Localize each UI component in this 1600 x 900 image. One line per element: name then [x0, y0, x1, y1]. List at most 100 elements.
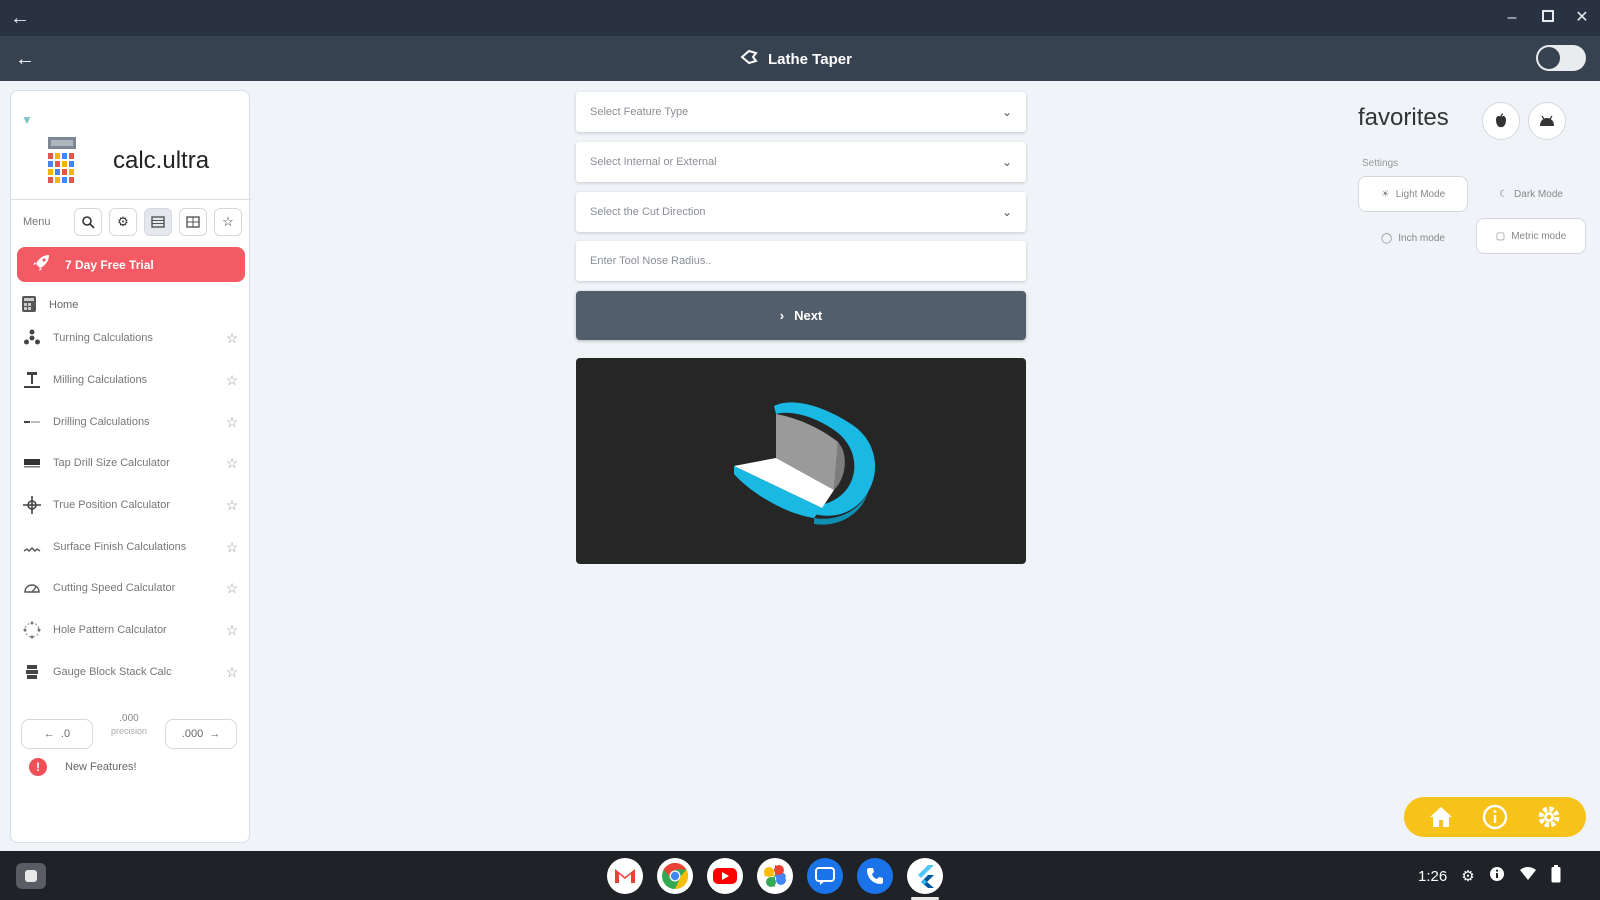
star-icon[interactable]: ☆ — [223, 497, 241, 514]
tool-nose-radius-input[interactable]: Enter Tool Nose Radius.. — [576, 241, 1026, 281]
system-tray[interactable]: 1:26 ⚙ — [1418, 865, 1561, 887]
info-icon[interactable] — [1480, 802, 1510, 832]
cutting-speed-icon — [21, 577, 43, 599]
battery-icon — [1551, 865, 1561, 887]
sidebar-item-label: Cutting Speed Calculator — [53, 582, 176, 594]
precision-readout: .000 precision — [107, 713, 151, 737]
sidebar-item-label: Home — [49, 299, 79, 311]
metric-mode-button[interactable]: ▢ Metric mode — [1476, 218, 1586, 254]
drilling-icon — [21, 411, 43, 433]
sidebar-item-cutting-speed[interactable]: Cutting Speed Calculator ☆ — [21, 574, 241, 602]
flutter-app-icon[interactable] — [907, 858, 943, 894]
new-features-label: New Features! — [65, 761, 137, 773]
sidebar-item-tap-drill[interactable]: Tap Drill Size Calculator ☆ — [21, 449, 241, 477]
star-icon[interactable]: ☆ — [223, 622, 241, 639]
star-icon[interactable]: ☆ — [223, 455, 241, 472]
tool-nose-radius-placeholder: Enter Tool Nose Radius.. — [590, 255, 712, 267]
precision-unit: precision — [110, 726, 148, 736]
true-position-icon — [21, 494, 43, 516]
star-icon[interactable]: ☆ — [223, 539, 241, 556]
precision-increase-button[interactable]: .000 → — [165, 719, 237, 749]
launcher-icon[interactable] — [16, 863, 46, 889]
theme-toggle[interactable] — [1536, 45, 1586, 71]
close-icon[interactable]: ✕ — [1570, 6, 1594, 30]
sidebar-item-label: Surface Finish Calculations — [53, 541, 187, 553]
home-icon[interactable] — [1426, 802, 1456, 832]
chevron-right-icon: › — [779, 308, 785, 323]
favorites-star-icon[interactable]: ☆ — [214, 208, 242, 236]
feature-type-select[interactable]: Select Feature Type ⌄ — [576, 92, 1026, 132]
back-arrow-icon[interactable]: ← — [12, 46, 38, 72]
precision-decrease-button[interactable]: ← .0 — [21, 719, 93, 749]
sidebar-item-milling[interactable]: Milling Calculations ☆ — [21, 366, 241, 394]
cut-direction-select[interactable]: Select the Cut Direction ⌄ — [576, 192, 1026, 232]
sidebar-item-label: Tap Drill Size Calculator — [53, 457, 170, 469]
gauge-block-icon — [21, 661, 43, 683]
star-icon[interactable]: ☆ — [223, 330, 241, 347]
tray-gear-icon: ⚙ — [1461, 868, 1475, 885]
page-title-text: Lathe Taper — [768, 50, 852, 68]
inch-mode-label: Inch mode — [1398, 232, 1445, 244]
android-icon[interactable] — [1528, 102, 1566, 140]
free-trial-button[interactable]: 7 Day Free Trial — [17, 247, 245, 282]
photos-icon[interactable] — [757, 858, 793, 894]
chevron-down-icon: ⌄ — [1001, 205, 1012, 219]
surface-finish-icon — [21, 536, 43, 558]
toggle-knob — [1538, 47, 1560, 69]
sidebar-item-turning[interactable]: Turning Calculations ☆ — [21, 324, 241, 352]
part-preview — [576, 358, 1026, 564]
internal-external-select[interactable]: Select Internal or External ⌄ — [576, 142, 1026, 182]
gear-icon[interactable]: ⚙ — [109, 208, 137, 236]
search-icon[interactable] — [74, 208, 102, 236]
star-icon[interactable]: ☆ — [223, 372, 241, 389]
feature-type-placeholder: Select Feature Type — [590, 106, 689, 118]
dark-mode-button[interactable]: ☾ Dark Mode — [1476, 176, 1586, 212]
star-icon[interactable]: ☆ — [223, 414, 241, 431]
phone-icon[interactable] — [857, 858, 893, 894]
sidebar-item-label: Milling Calculations — [53, 374, 148, 386]
rocket-icon — [31, 253, 51, 276]
gmail-icon[interactable] — [607, 858, 643, 894]
settings-gear-icon[interactable] — [1534, 802, 1564, 832]
sidebar-item-true-position[interactable]: True Position Calculator ☆ — [21, 491, 241, 519]
next-label: Next — [794, 308, 823, 323]
grid-view-icon[interactable] — [179, 208, 207, 236]
minimize-icon[interactable]: – — [1500, 6, 1524, 30]
apple-icon[interactable] — [1482, 102, 1520, 140]
sun-icon: ☀ — [1380, 188, 1390, 200]
sidebar-item-label: Gauge Block Stack Calc — [53, 666, 172, 678]
settings-label: Settings — [1362, 158, 1399, 169]
brand-name: calc.ultra — [113, 147, 210, 174]
milling-icon — [21, 369, 43, 391]
tap-drill-icon — [21, 452, 43, 474]
star-icon[interactable]: ☆ — [223, 664, 241, 681]
hole-pattern-icon — [21, 619, 43, 641]
sidebar-item-gauge-block[interactable]: Gauge Block Stack Calc ☆ — [21, 658, 241, 686]
new-features-link[interactable]: ! New Features! — [29, 755, 137, 779]
sidebar: ▼ calc.ultra Menu ⚙ ☆ 7 Day Free Trial H… — [10, 90, 251, 843]
calculator-logo-icon — [45, 137, 79, 183]
sidebar-item-hole-pattern[interactable]: Hole Pattern Calculator ☆ — [21, 616, 241, 644]
window-titlebar: ← – ✕ — [0, 0, 1600, 36]
notification-info-icon — [1489, 866, 1505, 886]
os-shelf: 1:26 ⚙ — [0, 851, 1600, 900]
light-mode-button[interactable]: ☀ Light Mode — [1358, 176, 1468, 212]
inch-mode-button[interactable]: ◯ Inch mode — [1358, 220, 1468, 256]
sidebar-item-home[interactable]: Home — [21, 293, 78, 317]
internal-external-placeholder: Select Internal or External — [590, 156, 717, 168]
arrow-left-icon: ← — [43, 728, 55, 740]
home-calculator-icon — [21, 295, 37, 316]
star-icon[interactable]: ☆ — [223, 580, 241, 597]
chrome-icon[interactable] — [657, 858, 693, 894]
sidebar-item-drilling[interactable]: Drilling Calculations ☆ — [21, 408, 241, 436]
app-bar: ← Lathe Taper — [0, 36, 1600, 81]
list-view-icon[interactable] — [144, 208, 172, 236]
collapse-caret-icon[interactable]: ▼ — [21, 113, 33, 127]
maximize-icon[interactable] — [1536, 6, 1560, 30]
messages-icon[interactable] — [807, 858, 843, 894]
youtube-icon[interactable] — [707, 858, 743, 894]
lathe-tool-icon — [740, 49, 758, 69]
next-button[interactable]: › Next — [576, 291, 1026, 340]
window-back-arrow-icon[interactable]: ← — [8, 6, 32, 30]
sidebar-item-surface-finish[interactable]: Surface Finish Calculations ☆ — [21, 533, 241, 561]
